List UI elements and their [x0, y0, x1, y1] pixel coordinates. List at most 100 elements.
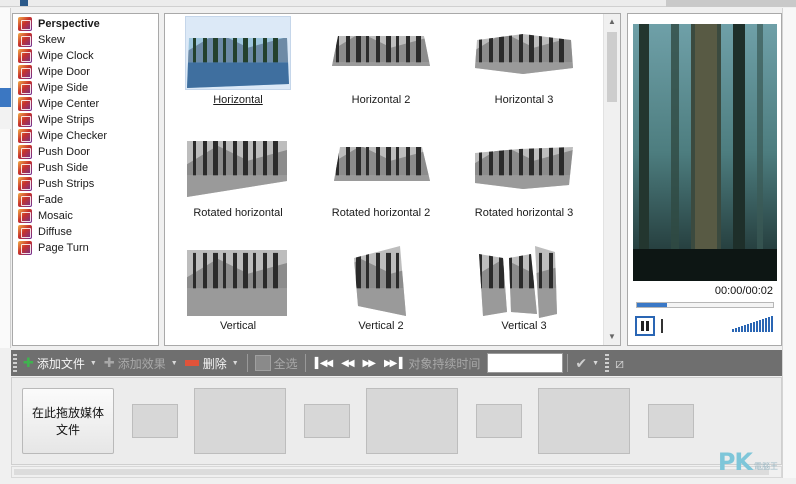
effect-preview-image — [187, 18, 289, 92]
thumbnail-caption: Horizontal 2 — [351, 94, 411, 106]
transition-effect-icon — [18, 145, 32, 159]
transition-effect-icon — [18, 65, 32, 79]
effect-item[interactable]: Wipe Door — [13, 64, 158, 80]
minus-icon — [184, 360, 199, 366]
last-icon[interactable]: ▶▶▐ — [379, 358, 405, 369]
first-icon[interactable]: ▌◀◀ — [310, 358, 336, 369]
timeline-scrollbar[interactable] — [11, 466, 782, 478]
effect-item[interactable]: Wipe Checker — [13, 128, 158, 144]
scroll-up-icon[interactable]: ▲ — [604, 14, 620, 30]
effect-item[interactable]: Wipe Side — [13, 80, 158, 96]
effect-item-label: Mosaic — [38, 210, 73, 222]
effect-thumbnail[interactable]: Vertical 3 — [453, 242, 595, 345]
storyboard-timeline[interactable]: 在此拖放媒体文件 — [11, 377, 782, 465]
pause-button[interactable] — [635, 316, 655, 336]
effect-preview-image — [473, 18, 575, 92]
apply-dropdown-icon[interactable]: ▼ — [592, 360, 599, 367]
seek-bar[interactable] — [636, 302, 774, 308]
add-effect-button[interactable]: ✚ 添加效果 — [101, 352, 169, 374]
gallery-scrollbar[interactable]: ▲ ▼ — [603, 14, 620, 345]
next-icon[interactable]: ▶▶ — [358, 358, 379, 369]
transition-effect-icon — [18, 209, 32, 223]
effect-item-label: Fade — [38, 194, 64, 206]
transition-effect-icon — [18, 225, 32, 239]
pause-icon — [641, 321, 644, 331]
transition-slot[interactable] — [476, 404, 522, 438]
effect-item-label: Skew — [38, 34, 65, 46]
toolbar-grip[interactable] — [13, 354, 17, 372]
background-highlight — [0, 88, 11, 107]
effect-thumbnail[interactable]: Rotated horizontal — [167, 129, 309, 242]
transition-effect-icon — [18, 49, 32, 63]
transition-slot[interactable] — [304, 404, 350, 438]
scroll-down-icon[interactable]: ▼ — [604, 329, 620, 345]
drop-media-button[interactable]: 在此拖放媒体文件 — [22, 388, 114, 454]
transition-slot[interactable] — [648, 404, 694, 438]
app-icon — [20, 0, 28, 6]
transition-effect-icon — [18, 177, 32, 191]
media-slot[interactable] — [194, 388, 286, 454]
add-effect-dropdown-icon[interactable]: ▼ — [171, 360, 178, 367]
effect-item[interactable]: Wipe Strips — [13, 112, 158, 128]
watermark-text: PK — [717, 448, 753, 476]
transition-effect-icon — [18, 161, 32, 175]
effect-item[interactable]: Push Door — [13, 144, 158, 160]
effect-thumbnail[interactable]: Horizontal 2 — [310, 16, 452, 129]
toolbar-grip[interactable] — [605, 354, 610, 372]
effect-item[interactable]: Push Strips — [13, 176, 158, 192]
window-controls[interactable] — [666, 0, 796, 7]
plus-icon: ✚ — [23, 355, 34, 370]
transition-effect-icon — [18, 17, 32, 31]
effect-gallery[interactable]: Horizontal Horizontal 2 Horizontal 3 Rotate… — [164, 13, 621, 346]
delete-button[interactable]: 删除 — [182, 352, 230, 374]
thumbnail-caption: Rotated horizontal 3 — [474, 207, 574, 219]
media-slot[interactable] — [366, 388, 458, 454]
thumbnail-caption: Vertical 3 — [501, 320, 547, 332]
effect-thumbnail[interactable]: Rotated horizontal 3 — [453, 129, 595, 242]
previous-icon[interactable]: ◀◀ — [336, 358, 357, 369]
scroll-thumb[interactable] — [607, 32, 617, 102]
add-file-dropdown-icon[interactable]: ▼ — [90, 360, 97, 367]
effect-item[interactable]: Wipe Center — [13, 96, 158, 112]
effect-item[interactable]: Fade — [13, 192, 158, 208]
effect-preview-image — [330, 131, 432, 205]
background-window-strip-right — [782, 8, 796, 478]
delete-dropdown-icon[interactable]: ▼ — [232, 360, 239, 367]
stop-icon[interactable] — [661, 319, 663, 333]
duration-input[interactable] — [487, 353, 564, 373]
effect-thumbnail[interactable]: Vertical — [167, 242, 309, 345]
effect-category-list[interactable]: Perspective Skew Wipe Clock Wipe Door Wipe S… — [12, 13, 159, 346]
effect-thumbnail[interactable]: Vertical 2 — [310, 242, 452, 345]
effect-item-label: Push Door — [38, 146, 90, 158]
effect-item[interactable]: Diffuse — [13, 224, 158, 240]
effect-thumbnail[interactable]: Rotated horizontal 2 — [310, 129, 452, 242]
volume-level-icon[interactable] — [732, 316, 774, 332]
select-all-button[interactable]: 全选 — [252, 352, 301, 374]
title-bar — [0, 0, 796, 7]
check-icon[interactable]: ✔ — [572, 355, 590, 372]
effect-preview-image — [473, 131, 575, 205]
effect-item[interactable]: Perspective — [13, 16, 158, 32]
scroll-thumb[interactable] — [14, 469, 769, 475]
transition-effect-icon — [18, 193, 32, 207]
crop-icon[interactable]: ⧄ — [612, 355, 627, 372]
effect-item-label: Wipe Side — [38, 82, 89, 94]
effect-item[interactable]: Mosaic — [13, 208, 158, 224]
transition-slot[interactable] — [132, 404, 178, 438]
effect-item[interactable]: Skew — [13, 32, 158, 48]
thumbnail-caption: Vertical — [219, 320, 257, 332]
effect-item-label: Wipe Checker — [38, 130, 108, 142]
effect-thumbnail[interactable]: Horizontal 3 — [453, 16, 595, 129]
effect-item[interactable]: Push Side — [13, 160, 158, 176]
effect-preview-image — [473, 244, 575, 318]
effect-item[interactable]: Wipe Clock — [13, 48, 158, 64]
toolbar: ✚ 添加文件 ▼ ✚ 添加效果 ▼ 删除 ▼ 全选 ▌◀◀ ◀◀ ▶▶ ▶▶▐ … — [11, 350, 782, 376]
effect-preview-image — [187, 244, 289, 318]
effect-item-label: Wipe Door — [38, 66, 90, 78]
effect-item[interactable]: Page Turn — [13, 240, 158, 256]
effect-thumbnail[interactable]: Horizontal — [167, 16, 309, 129]
add-file-button[interactable]: ✚ 添加文件 — [20, 352, 88, 374]
effect-item-label: Push Strips — [38, 178, 95, 190]
media-slot[interactable] — [538, 388, 630, 454]
thumbnail-caption: Horizontal 3 — [494, 94, 554, 106]
